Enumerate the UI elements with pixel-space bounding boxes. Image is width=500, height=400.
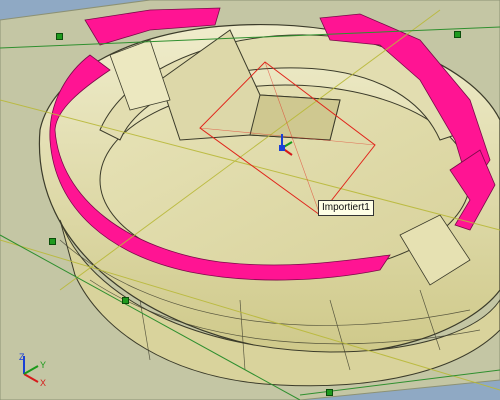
center-block-face: [249, 94, 341, 141]
handle-bottom[interactable]: [122, 297, 129, 304]
cad-model-view[interactable]: [0, 0, 500, 400]
handle-top-left[interactable]: [56, 33, 63, 40]
entity-tooltip: Importiert1: [318, 200, 374, 216]
handle-bottom-right[interactable]: [326, 389, 333, 396]
triad-y-label: Y: [40, 360, 47, 370]
handle-top-right[interactable]: [454, 31, 461, 38]
handle-left[interactable]: [49, 238, 56, 245]
triad-z-label: Z: [19, 352, 25, 362]
triad-x-label: X: [40, 378, 47, 388]
3d-viewport[interactable]: Importiert1 Z Y X: [0, 0, 500, 400]
